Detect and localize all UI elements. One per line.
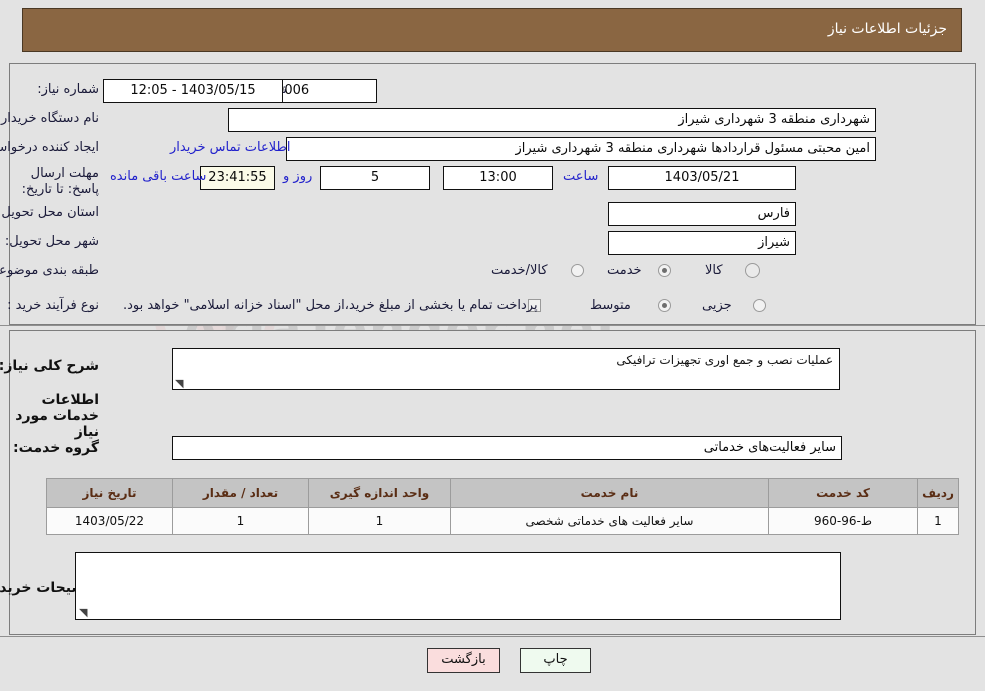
buyer-org-value: شهرداری منطقه 3 شهرداری شیراز xyxy=(228,108,876,132)
deadline-hour-label: ساعت xyxy=(563,169,599,184)
time-remaining-value: 23:41:55 xyxy=(200,166,275,190)
radio-process-motavaset[interactable] xyxy=(658,299,671,312)
buyer-notes-resize-grip[interactable]: ◤ xyxy=(79,606,87,619)
services-heading: اطلاعات خدمات مورد نیاز xyxy=(15,392,99,440)
radio-process-jozii[interactable] xyxy=(753,299,766,312)
deadline-time-value: 13:00 xyxy=(443,166,553,190)
public-announce-value: 1403/05/15 - 12:05 xyxy=(103,79,283,103)
table-row: 1 ط-96-960 سایر فعالیت های خدماتی شخصی 1… xyxy=(46,507,959,535)
back-button[interactable]: بازگشت xyxy=(427,648,500,673)
process-option-label-0: جزیی xyxy=(702,298,732,313)
cell-code: ط-96-960 xyxy=(768,507,918,535)
cell-radif: 1 xyxy=(917,507,959,535)
cell-unit: 1 xyxy=(308,507,451,535)
page-title: جزئیات اطلاعات نیاز xyxy=(827,21,947,37)
col-code: کد خدمت xyxy=(768,478,918,508)
general-desc-resize-grip[interactable]: ◤ xyxy=(175,377,183,390)
category-option-label-1: خدمت xyxy=(607,263,642,278)
process-option-label-1: متوسط xyxy=(590,298,631,313)
treasury-checkbox-label: پرداخت تمام یا بخشی از مبلغ خرید،از محل … xyxy=(123,298,538,313)
deadline-date-value: 1403/05/21 xyxy=(608,166,796,190)
deadline-label: مهلت ارسال پاسخ: تا تاریخ: xyxy=(21,166,99,197)
print-button[interactable]: چاپ xyxy=(520,648,591,673)
service-group-label: گروه خدمت: xyxy=(13,440,99,456)
city-label: شهر محل تحویل: xyxy=(4,234,99,249)
col-radif: ردیف xyxy=(917,478,959,508)
page-root: AriaTender AriaTender.net جزئیات اطلاعات… xyxy=(0,0,985,691)
divider-top xyxy=(0,325,985,326)
province-label: استان محل تحویل: xyxy=(0,205,99,220)
divider-bottom xyxy=(0,636,985,637)
city-value: شیراز xyxy=(608,231,796,255)
col-date: تاریخ نیاز xyxy=(46,478,173,508)
radio-category-kala[interactable] xyxy=(745,263,760,278)
general-desc-textarea[interactable]: عملیات نصب و جمع اوری تجهیزات ترافیکی xyxy=(172,348,840,390)
table-header-row: ردیف کد خدمت نام خدمت واحد اندازه گیری ت… xyxy=(46,478,959,508)
service-group-value: سایر فعالیت‌های خدماتی xyxy=(172,436,842,460)
col-quantity: تعداد / مقدار xyxy=(172,478,309,508)
general-desc-label: شرح کلی نیاز: xyxy=(0,358,99,374)
buyer-org-label: نام دستگاه خریدار: xyxy=(0,111,99,126)
province-value: فارس xyxy=(608,202,796,226)
services-table: ردیف کد خدمت نام خدمت واحد اندازه گیری ت… xyxy=(46,478,959,535)
radio-category-kala-khedmat[interactable] xyxy=(571,264,584,277)
radio-category-khedmat[interactable] xyxy=(658,264,671,277)
cell-quantity: 1 xyxy=(172,507,309,535)
cell-date: 1403/05/22 xyxy=(46,507,173,535)
buyer-contact-link[interactable]: اطلاعات تماس خریدار xyxy=(170,140,290,155)
days-remaining-value: 5 xyxy=(320,166,430,190)
process-label: نوع فرآیند خرید : xyxy=(7,298,99,313)
cell-name: سایر فعالیت های خدماتی شخصی xyxy=(450,507,769,535)
buyer-notes-textarea[interactable] xyxy=(75,552,841,620)
category-option-label-2: کالا/خدمت xyxy=(491,263,548,278)
time-remaining-label: ساعت باقی مانده xyxy=(110,169,207,184)
days-remaining-label: روز و xyxy=(283,169,313,184)
services-table-wrap: ردیف کد خدمت نام خدمت واحد اندازه گیری ت… xyxy=(46,478,959,535)
page-header-bar: جزئیات اطلاعات نیاز xyxy=(22,8,962,52)
col-name: نام خدمت xyxy=(450,478,769,508)
category-option-label-0: کالا xyxy=(705,263,723,278)
creator-label: ایجاد کننده درخواست: xyxy=(0,140,99,155)
col-unit: واحد اندازه گیری xyxy=(308,478,451,508)
category-label: طبقه بندی موضوعی: xyxy=(0,263,99,278)
need-number-label: شماره نیاز: xyxy=(37,82,99,97)
creator-value: امین محبتی مسئول قراردادها شهرداری منطقه… xyxy=(286,137,876,161)
